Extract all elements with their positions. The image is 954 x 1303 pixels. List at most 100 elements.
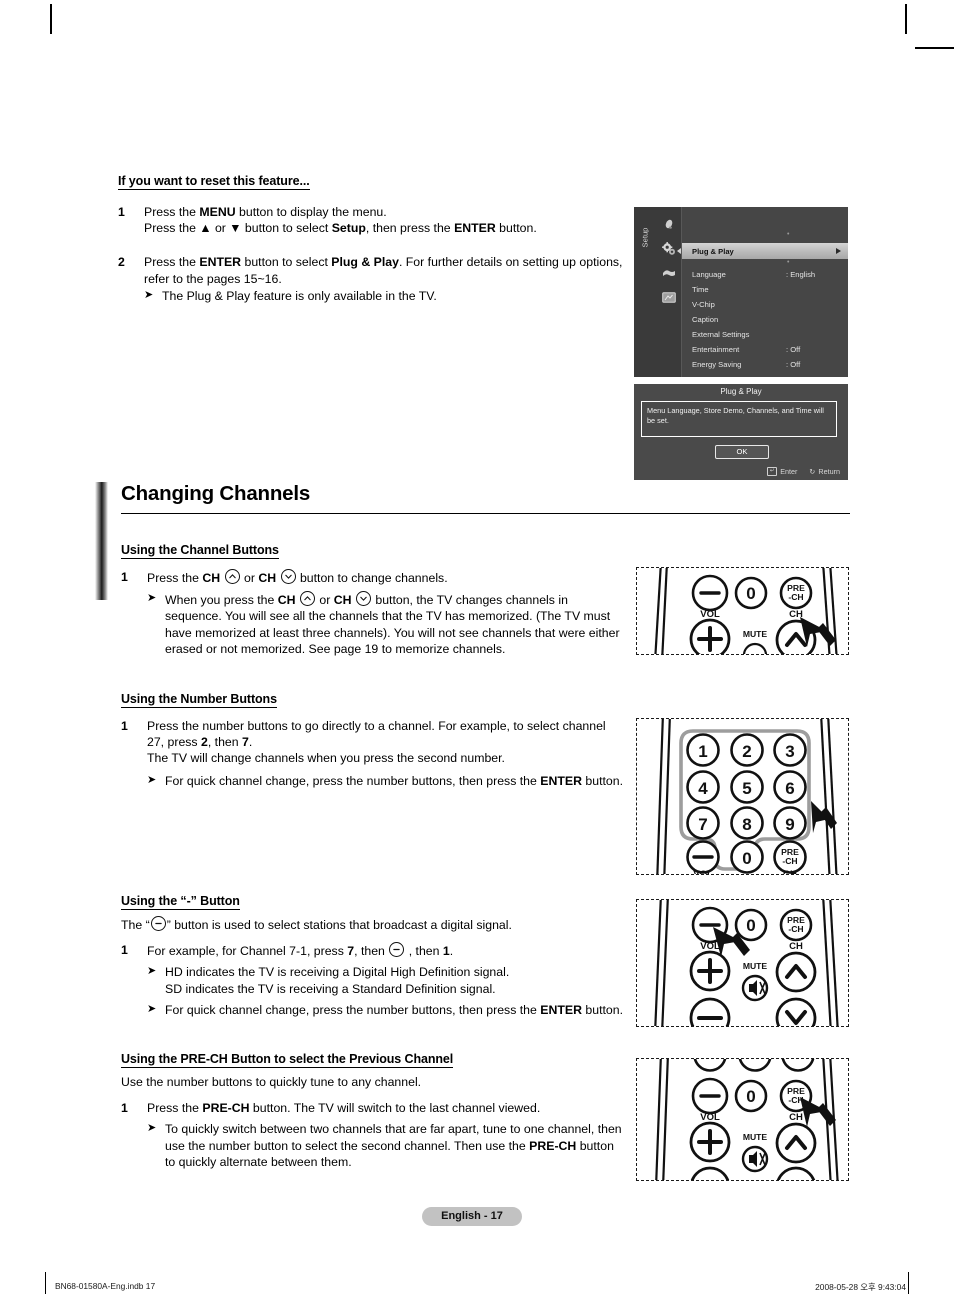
step-text-a: For example, for Channel 7-1, press <box>147 944 348 959</box>
input-icon[interactable] <box>656 285 682 309</box>
footer-timestamp: 2008-05-28 오후 9:43:04 <box>815 1282 906 1292</box>
note-text-hd: HD indicates the TV is receiving a Digit… <box>165 965 510 980</box>
return-hint: ↻ Return <box>809 467 840 476</box>
page-number-badge: English - 17 <box>422 1207 522 1226</box>
svg-text:-CH: -CH <box>782 856 797 866</box>
osd-item-list: • Plug & Play • Language : English Time … <box>677 207 848 377</box>
osd-bottom-dot: • <box>787 259 790 266</box>
step1-text-d: Press the ▲ or ▼ button to select <box>144 221 332 236</box>
note-arrow-icon: ➤ <box>147 773 157 786</box>
subheading-dash-button: Using the “-” Button <box>121 894 240 910</box>
dash-button-icon <box>150 916 166 931</box>
step2-text-a: Press the <box>144 255 200 270</box>
enter-hint: ↵ Enter <box>767 467 797 476</box>
block-pre-ch-button: Using the PRE-CH Button to select the Pr… <box>121 1050 626 1178</box>
step-text-line2: The TV will change channels when you pre… <box>147 751 505 766</box>
enter-keyword: ENTER <box>540 1002 582 1017</box>
osd-item-label: Plug & Play <box>692 247 734 256</box>
plug-and-play-dialog: Plug & Play Menu Language, Store Demo, C… <box>634 384 848 480</box>
channel-down-icon <box>355 591 371 607</box>
osd-item-time[interactable]: Time <box>692 285 709 294</box>
svg-text:0: 0 <box>742 849 751 868</box>
osd-item-value: : Off <box>786 360 801 369</box>
svg-text:1: 1 <box>698 742 707 761</box>
dash-button-icon <box>389 942 405 958</box>
intro-text-b: ” button is used to select stations that… <box>166 918 512 932</box>
digit-7-keyword: 7 <box>242 735 249 750</box>
enter-keyword: ENTER <box>454 221 496 236</box>
svg-text:VOL: VOL <box>693 869 713 875</box>
ch-keyword: CH <box>202 571 221 585</box>
osd-item-value: : Off <box>786 345 801 354</box>
osd-item-plug-and-play[interactable]: Plug & Play <box>682 243 848 259</box>
note-text-sd: SD indicates the TV is receiving a Stand… <box>165 981 496 996</box>
step-text-a: Press the <box>147 571 203 585</box>
osd-item-label: Entertainment <box>692 345 740 354</box>
pre-ch-step-1: 1 Press the PRE-CH button. The TV will s… <box>121 1100 626 1116</box>
svg-text:8: 8 <box>742 815 751 834</box>
step-text-c: or <box>240 571 259 585</box>
intro-text-a: The “ <box>121 918 150 932</box>
pre-ch-keyword: PRE-CH <box>202 1101 250 1116</box>
pre-ch-intro: Use the number buttons to quickly tune t… <box>121 1075 422 1089</box>
footer-rule-left <box>45 1272 47 1294</box>
picture-icon[interactable] <box>656 213 682 237</box>
osd-item-caption[interactable]: Caption <box>692 315 718 324</box>
reset-step-1: 1 Press the MENU button to display the m… <box>118 204 626 236</box>
step-text-f: . <box>449 944 454 959</box>
svg-text:MUTE: MUTE <box>743 961 768 971</box>
osd-item-language[interactable]: Language : English <box>692 270 815 279</box>
svg-text:7: 7 <box>698 815 707 834</box>
manual-page: If you want to reset this feature... 1 P… <box>0 0 954 1303</box>
number-buttons-note: ➤ For quick channel change, press the nu… <box>121 772 626 789</box>
osd-item-label: External Settings <box>692 330 750 339</box>
chevron-right-icon <box>836 248 841 254</box>
reset-feature-section: If you want to reset this feature... 1 P… <box>118 172 626 312</box>
ch-keyword: CH <box>277 593 296 608</box>
osd-item-label: Time <box>692 285 709 294</box>
sound-icon[interactable] <box>656 261 682 285</box>
reset-step-2: 2 Press the ENTER button to select Plug … <box>118 254 626 304</box>
reset-feature-heading: If you want to reset this feature... <box>118 174 310 190</box>
svg-text:CH: CH <box>783 869 797 875</box>
svg-text:0: 0 <box>746 916 755 935</box>
block-channel-buttons: Using the Channel Buttons 1 Press the CH… <box>121 541 626 665</box>
menu-keyword: MENU <box>199 205 236 219</box>
osd-item-entertainment[interactable]: Entertainment : Off <box>692 345 800 354</box>
svg-text:CH: CH <box>789 1112 803 1123</box>
osd-selection-pointer-icon <box>677 248 681 254</box>
digit-1-keyword: 1 <box>442 944 450 959</box>
svg-text:MUTE: MUTE <box>743 629 768 639</box>
subheading-channel-buttons: Using the Channel Buttons <box>121 543 279 559</box>
note-arrow-icon: ➤ <box>144 288 154 301</box>
svg-text:-CH: -CH <box>788 592 803 602</box>
pre-ch-note: ➤ To quickly switch between two channels… <box>121 1120 626 1170</box>
enter-keyword: ENTER <box>540 773 582 788</box>
dash-button-note-1: ➤ HD indicates the TV is receiving a Dig… <box>121 963 626 996</box>
dialog-hint-row: ↵ Enter ↻ Return <box>767 467 840 476</box>
note-text-c: or <box>315 593 334 608</box>
svg-text:0: 0 <box>746 1087 755 1106</box>
channel-up-icon <box>224 569 240 584</box>
ch-keyword: CH <box>333 593 352 608</box>
step-text-c: , then <box>354 944 389 959</box>
step-number: 2 <box>118 255 125 270</box>
svg-text:5: 5 <box>742 779 751 798</box>
step2-text-c: button to select <box>241 255 332 270</box>
ok-button[interactable]: OK <box>715 445 769 459</box>
step1-text-f: button. <box>495 221 537 236</box>
svg-text:6: 6 <box>785 779 794 798</box>
note-arrow-icon: ➤ <box>147 1002 157 1015</box>
step-text-e: . <box>248 735 253 750</box>
osd-item-energy-saving[interactable]: Energy Saving : Off <box>692 360 800 369</box>
svg-text:-CH: -CH <box>788 924 803 934</box>
note-text-a: For quick channel change, press the numb… <box>165 773 541 788</box>
osd-rail-label: Setup <box>640 227 650 248</box>
osd-item-v-chip[interactable]: V-Chip <box>692 300 715 309</box>
dash-button-step-1: 1 For example, for Channel 7-1, press 7,… <box>121 942 626 959</box>
subheading-pre-ch-button: Using the PRE-CH Button to select the Pr… <box>121 1052 454 1068</box>
osd-icon-list <box>656 213 682 309</box>
svg-text:9: 9 <box>785 815 794 834</box>
subheading-number-buttons: Using the Number Buttons <box>121 692 277 708</box>
osd-item-external-settings[interactable]: External Settings <box>692 330 749 339</box>
